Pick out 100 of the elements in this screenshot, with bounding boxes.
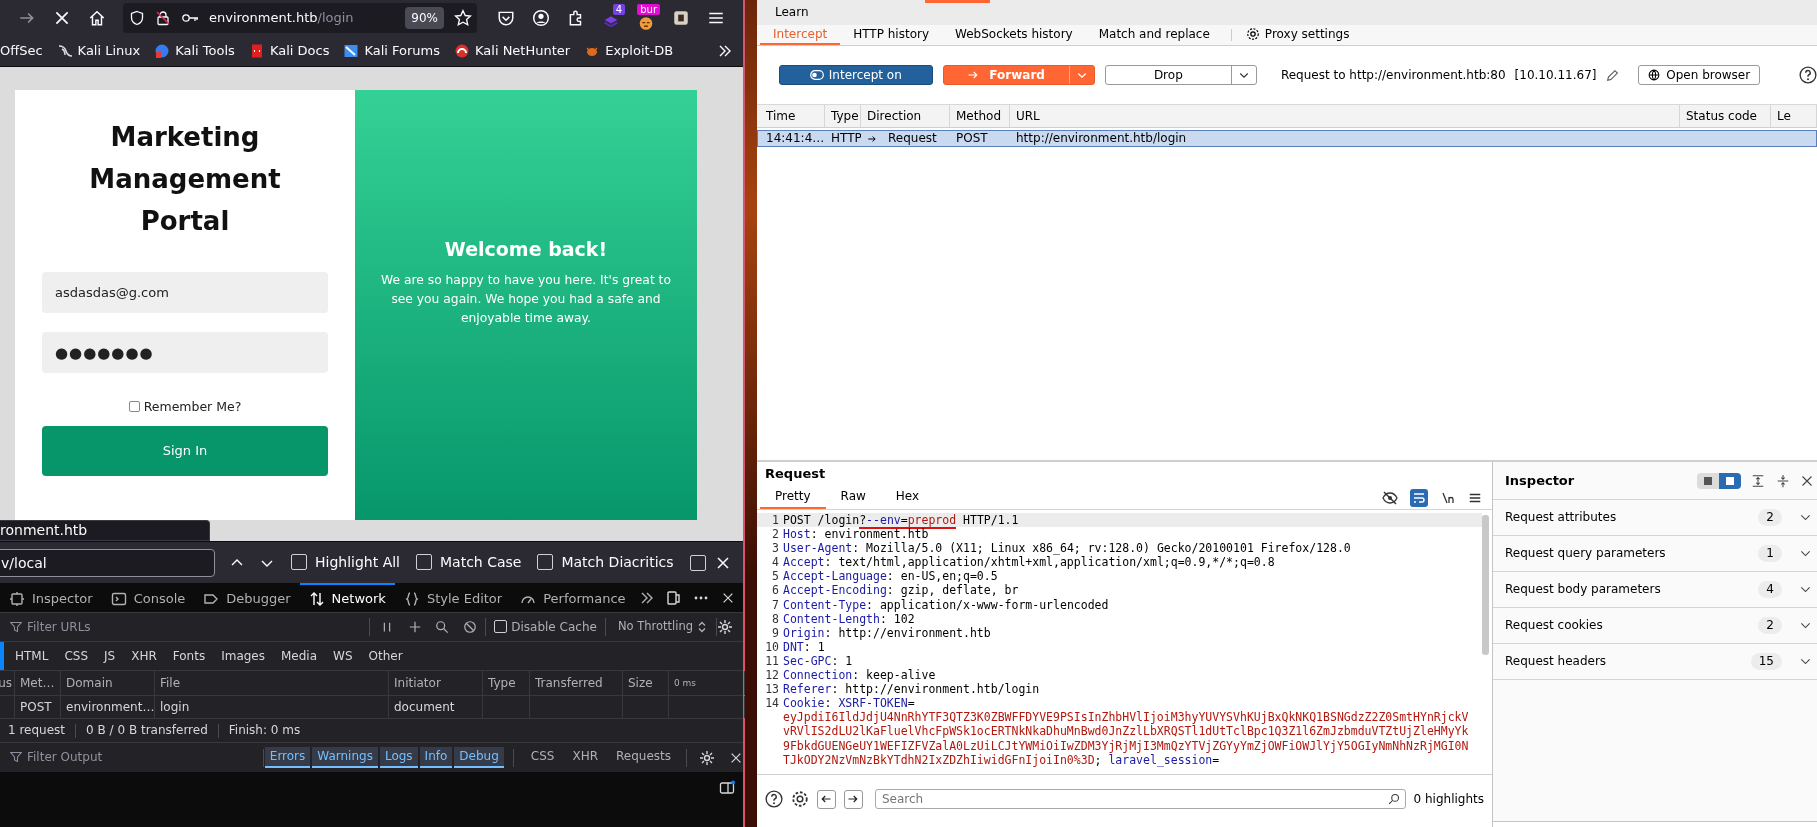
chevron-down-icon[interactable] bbox=[1800, 548, 1811, 559]
history-row[interactable]: 14:41:4… HTTP Request POST http://environment.htb/login bbox=[757, 130, 1817, 147]
log-filter[interactable]: Debug bbox=[454, 747, 504, 768]
section-header[interactable]: Request query parameters bbox=[1505, 546, 1666, 561]
proxy-tab[interactable]: HTTP history bbox=[840, 25, 942, 45]
menu-item[interactable]: Learn bbox=[775, 5, 809, 20]
bookmark-link[interactable]: Kali Forums bbox=[343, 43, 441, 59]
log-filter[interactable]: Warnings bbox=[312, 747, 378, 768]
type-filter[interactable]: XHR bbox=[123, 648, 165, 664]
checkbox[interactable] bbox=[416, 554, 432, 571]
column-header[interactable]: URL bbox=[1010, 105, 1680, 127]
type-filter[interactable]: JS bbox=[96, 648, 124, 664]
sidebar-toggle-icon[interactable] bbox=[719, 780, 735, 796]
devtools-tab[interactable]: Style Editor bbox=[394, 583, 512, 612]
account-icon[interactable] bbox=[532, 9, 550, 27]
bookmark-link[interactable]: Exploit-DB bbox=[584, 43, 674, 59]
log-filter[interactable]: Info bbox=[419, 747, 453, 768]
find-field[interactable]: v/local bbox=[0, 548, 215, 577]
section-header[interactable]: Request attributes bbox=[1505, 510, 1617, 525]
eye-slash-icon[interactable] bbox=[1382, 489, 1398, 506]
pocket-icon[interactable] bbox=[497, 9, 515, 27]
shield-icon[interactable] bbox=[129, 10, 145, 26]
plus-icon[interactable] bbox=[408, 620, 423, 634]
settings-icon[interactable] bbox=[791, 790, 809, 808]
section-header[interactable]: Request cookies bbox=[1505, 618, 1603, 633]
filter-urls-field[interactable]: Filter URLs bbox=[0, 619, 370, 635]
bookmark-link[interactable]: Kali Tools bbox=[154, 43, 235, 59]
column-header[interactable]: Direction bbox=[861, 105, 950, 127]
type-filter[interactable]: HTML bbox=[7, 648, 57, 664]
intercept-toggle-button[interactable]: Intercept on bbox=[779, 65, 933, 85]
bookmark-link[interactable]: Kali NetHunter bbox=[454, 43, 571, 59]
help-icon[interactable] bbox=[765, 790, 783, 808]
devtools-tab[interactable]: Inspector bbox=[0, 583, 102, 612]
filter-output-field[interactable]: Filter Output bbox=[0, 750, 263, 765]
view-tab[interactable]: Pretty bbox=[760, 486, 826, 509]
type-filter[interactable]: CSS bbox=[56, 648, 97, 664]
insecure-lock-icon[interactable] bbox=[155, 10, 171, 26]
checkbox[interactable] bbox=[494, 620, 508, 634]
address-bar[interactable]: environment.htb/login 90% bbox=[123, 3, 477, 33]
column-header[interactable]: Le bbox=[1771, 105, 1817, 127]
type-filter[interactable]: WS bbox=[325, 648, 361, 664]
chevron-down-icon[interactable] bbox=[1800, 584, 1811, 595]
devtools-tab[interactable]: Performance bbox=[511, 583, 635, 612]
email-field[interactable]: asdasdas@g.com bbox=[42, 272, 328, 313]
close-icon[interactable] bbox=[715, 554, 731, 571]
help-icon[interactable] bbox=[1799, 66, 1817, 84]
bookmark-link[interactable]: OffSec bbox=[0, 43, 43, 59]
checkbox[interactable] bbox=[689, 554, 706, 571]
column-header[interactable]: Method bbox=[950, 105, 1010, 127]
devtools-tab[interactable]: Console bbox=[101, 583, 195, 612]
proxy-tab[interactable]: WebSockets history bbox=[942, 25, 1086, 45]
bookmark-link[interactable]: Kali Linux bbox=[56, 43, 141, 59]
chevron-down-icon[interactable] bbox=[1800, 620, 1811, 631]
responsive-design-icon[interactable] bbox=[665, 589, 681, 606]
log-filter[interactable]: Requests bbox=[608, 747, 679, 768]
search-field[interactable]: Search bbox=[874, 789, 1406, 809]
extension-icon[interactable] bbox=[637, 16, 655, 32]
section-header[interactable]: Request body parameters bbox=[1505, 582, 1661, 597]
open-browser-button[interactable]: Open browser bbox=[1638, 65, 1760, 85]
close-icon[interactable] bbox=[53, 9, 71, 27]
type-filter[interactable]: Fonts bbox=[164, 648, 214, 664]
view-tab[interactable]: Raw bbox=[825, 486, 881, 509]
layout-toggle[interactable] bbox=[1697, 472, 1741, 489]
block-icon[interactable] bbox=[463, 620, 478, 634]
collapse-icon[interactable] bbox=[1776, 473, 1790, 488]
log-filter[interactable]: Errors bbox=[264, 747, 311, 768]
column-header[interactable]: Time bbox=[760, 105, 825, 127]
checkbox[interactable] bbox=[128, 401, 140, 412]
pencil-icon[interactable] bbox=[1606, 68, 1620, 82]
log-filter[interactable]: Logs bbox=[379, 747, 418, 768]
column-header[interactable]: Status code bbox=[1680, 105, 1771, 127]
star-icon[interactable] bbox=[454, 9, 472, 27]
checkbox[interactable] bbox=[291, 554, 307, 571]
extension-icon[interactable] bbox=[672, 9, 690, 27]
log-filter[interactable]: CSS bbox=[522, 747, 563, 768]
zoom-level-button[interactable]: 90% bbox=[405, 7, 444, 29]
proxy-tab[interactable]: Match and replace bbox=[1085, 25, 1223, 45]
log-filter[interactable]: XHR bbox=[564, 747, 606, 768]
home-icon[interactable] bbox=[88, 9, 106, 27]
checkbox[interactable] bbox=[537, 554, 554, 571]
password-field[interactable]: ●●●●●●● bbox=[42, 332, 328, 373]
view-tab[interactable]: Hex bbox=[880, 486, 935, 509]
devtools-tab[interactable]: Debugger bbox=[194, 583, 300, 612]
previous-button[interactable] bbox=[817, 789, 836, 809]
wrap-lines-icon[interactable] bbox=[1410, 488, 1428, 507]
section-header[interactable]: Request headers bbox=[1505, 654, 1607, 669]
throttling-dropdown[interactable]: No Throttling bbox=[617, 620, 693, 634]
expand-icon[interactable] bbox=[1751, 473, 1765, 488]
chevron-down-icon[interactable] bbox=[1800, 512, 1811, 523]
next-button[interactable] bbox=[844, 789, 863, 809]
up-down-caret-icon[interactable] bbox=[698, 621, 706, 633]
type-filter[interactable]: Images bbox=[213, 648, 273, 664]
column-header[interactable]: Type bbox=[825, 105, 861, 127]
type-filter[interactable]: Other bbox=[360, 648, 411, 664]
search-icon[interactable] bbox=[435, 620, 450, 634]
proxy-settings-tab[interactable]: Proxy settings bbox=[1239, 25, 1363, 45]
chevron-down-icon[interactable] bbox=[1800, 656, 1811, 667]
close-icon[interactable] bbox=[1801, 474, 1813, 487]
double-chevron-icon[interactable] bbox=[717, 43, 733, 59]
sign-in-button[interactable]: Sign In bbox=[42, 426, 328, 476]
